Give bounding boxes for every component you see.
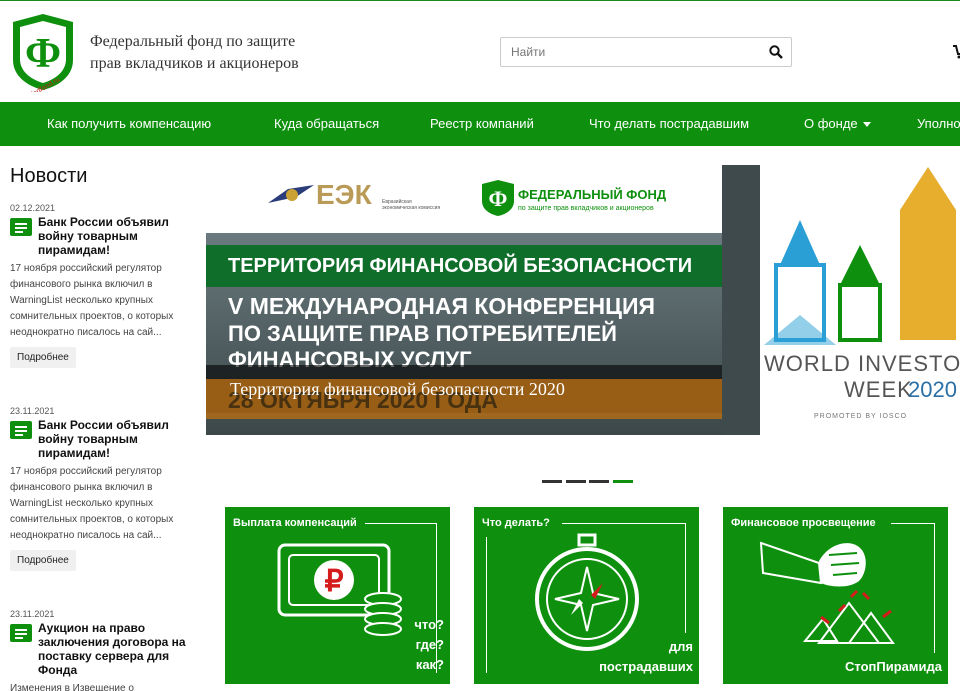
news-item: 02.12.2021 Банк России объявил войну тов…	[10, 203, 190, 368]
news-excerpt: 17 ноября российский регулятор финансово…	[10, 263, 174, 338]
card-subtitle-line: где?	[415, 637, 444, 652]
card-subtitle-line: что?	[414, 617, 444, 632]
logo-letter: Ф	[25, 31, 61, 77]
slider-dot-active[interactable]	[613, 480, 633, 483]
card-subtitle-line: пострадавших	[599, 659, 693, 674]
slide-next-preview[interactable]: WORLD INVESTOR WEEK 2020 PROMOTED BY IOS…	[760, 165, 960, 435]
nav-item-about[interactable]: О фонде	[804, 102, 871, 146]
fund-logo[interactable]: Ф fedfond.ru	[9, 12, 77, 92]
news-title-link[interactable]: Банк России объявил войну товарным пирам…	[38, 418, 190, 460]
card-subtitle-line: для	[668, 639, 693, 654]
card-title: Финансовое просвещение	[731, 517, 876, 529]
slide-edge	[722, 165, 760, 435]
card-subtitle: СтопПирамида	[845, 657, 942, 677]
card-what-to-do[interactable]: Что делать? для пострадавших	[474, 507, 699, 684]
money-ruble-icon: ₽	[277, 543, 402, 636]
cart-icon[interactable]	[952, 43, 960, 59]
slide-active[interactable]: ЕЭК Евразийская экономическая комиссия Ф…	[206, 165, 722, 435]
nav-item-victims[interactable]: Что делать пострадавшим	[589, 102, 749, 146]
news-title-link[interactable]: Аукцион на право заключения договора на …	[38, 621, 190, 677]
card-frame-line	[562, 523, 686, 524]
card-financial-literacy[interactable]: Финансовое просвещение СтопПирамида	[723, 507, 948, 684]
card-frame-line	[891, 523, 935, 524]
news-icon	[10, 218, 32, 236]
fist-pyramid-icon	[759, 541, 895, 644]
news-heading: Новости	[10, 165, 88, 187]
card-title: Выплата компенсаций	[233, 517, 357, 529]
svg-text:Ф: Ф	[489, 186, 508, 211]
nav-item-ombudsman[interactable]: Уполно	[917, 102, 960, 146]
read-more-button[interactable]: Подробнее	[10, 550, 76, 571]
nav-item-where-to-apply[interactable]: Куда обращаться	[274, 102, 379, 146]
chevron-down-icon	[862, 122, 871, 128]
svg-text:₽: ₽	[324, 565, 343, 598]
slider-dot[interactable]	[566, 480, 586, 483]
news-icon	[10, 421, 32, 439]
nav-item-about-label: О фонде	[804, 116, 858, 131]
card-frame-line	[934, 523, 935, 653]
card-frame-line	[685, 523, 686, 633]
brand-line-1: Федеральный фонд по защите	[90, 33, 296, 50]
card-subtitle: для пострадавших	[599, 637, 693, 677]
slide-line: V МЕЖДУНАРОДНАЯ КОНФЕРЕНЦИЯ	[228, 293, 656, 319]
side-year: 2020	[908, 377, 957, 402]
news-item: 23.11.2021 Аукцион на право заключения д…	[10, 609, 190, 691]
card-compensation[interactable]: Выплата компенсаций ₽ что? где? как?	[225, 507, 450, 684]
slide-band: ТЕРРИТОРИЯ ФИНАНСОВОЙ БЕЗОПАСНОСТИ	[206, 245, 722, 287]
news-icon	[10, 624, 32, 642]
news-date: 23.11.2021	[10, 609, 55, 619]
search-box	[500, 37, 792, 67]
brand-line-2: прав вкладчиков и акционеров	[90, 55, 299, 72]
card-title: Что делать?	[482, 517, 550, 529]
side-title-line1: WORLD INVESTOR	[764, 351, 960, 376]
nav-item-registry[interactable]: Реестр компаний	[430, 102, 534, 146]
brand-name[interactable]: Федеральный фонд по защите прав вкладчик…	[90, 31, 299, 75]
slider-dot[interactable]	[542, 480, 562, 483]
site-header: Ф fedfond.ru Федеральный фонд по защите …	[0, 1, 960, 102]
card-subtitle-line: как?	[415, 657, 444, 672]
slide-line: ПО ЗАЩИТЕ ПРАВ ПОТРЕБИТЕЛЕЙ	[228, 321, 617, 346]
card-subtitle-line: СтопПирамида	[845, 659, 942, 674]
news-item: 23.11.2021 Банк России объявил войну тов…	[10, 406, 190, 571]
news-excerpt: Изменения в Извещение о	[10, 683, 134, 691]
news-excerpt: 17 ноября российский регулятор финансово…	[10, 466, 174, 541]
news-title-link[interactable]: Банк России объявил войну товарным пирам…	[38, 215, 190, 257]
card-frame-line	[365, 523, 437, 524]
card-frame-line	[486, 537, 487, 673]
nav-item-compensation[interactable]: Как получить компенсацию	[47, 102, 211, 146]
eek-logo-text: ЕЭК	[316, 179, 372, 210]
search-input[interactable]	[501, 38, 751, 66]
slider-dot[interactable]	[589, 480, 609, 483]
main-nav: Как получить компенсацию Куда обращаться…	[0, 102, 960, 146]
news-date: 23.11.2021	[10, 406, 55, 416]
search-icon[interactable]	[769, 45, 783, 59]
eek-subtitle: Евразийская экономическая комиссия	[382, 199, 441, 211]
side-title-line2: WEEK	[844, 377, 913, 402]
ff-emblem-icon: Ф	[482, 180, 514, 216]
ff-logo-text: ФЕДЕРАЛЬНЫЙ ФОНД	[518, 187, 667, 202]
slide-logos: ЕЭК Евразийская экономическая комиссия Ф…	[206, 165, 722, 233]
ff-subtitle: по защите прав вкладчиков и акционеров	[518, 205, 654, 212]
read-more-button[interactable]: Подробнее	[10, 347, 76, 368]
news-date: 02.12.2021	[10, 203, 56, 213]
eek-emblem-icon	[268, 185, 314, 203]
side-promo: PROMOTED BY IOSCO	[814, 413, 908, 420]
slide-caption[interactable]: Территория финансовой безопасности 2020	[230, 379, 565, 400]
card-subtitle: что? где? как?	[414, 615, 444, 675]
